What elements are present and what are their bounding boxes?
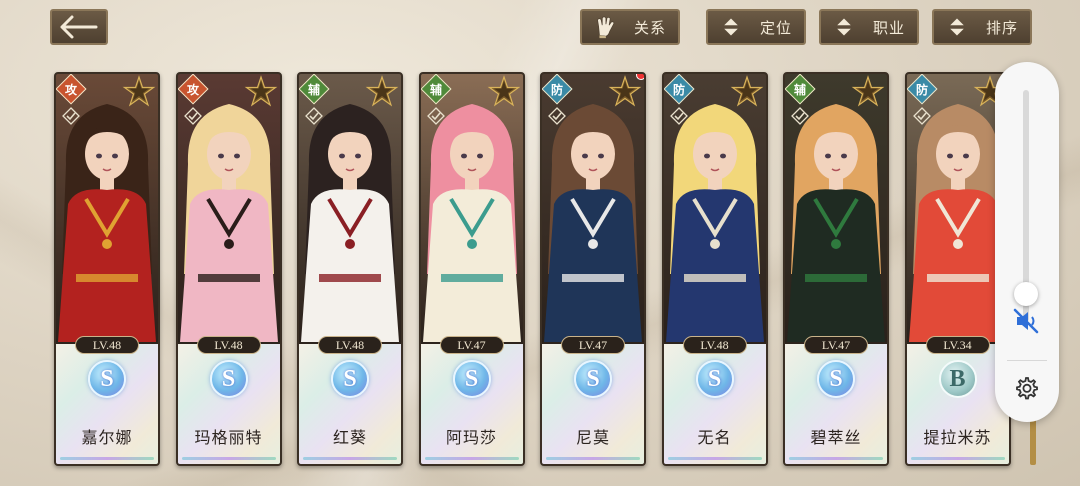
star-icon (608, 75, 642, 107)
role-label: 辅 (429, 82, 442, 97)
back-button[interactable] (50, 9, 108, 45)
sort-arrows-icon (944, 14, 970, 40)
rank-badge: S (817, 360, 855, 398)
card-info: S 尼莫 (542, 344, 644, 464)
star-icon (487, 75, 520, 107)
checkmark-icon (791, 107, 809, 125)
star-icon (244, 75, 277, 107)
relation-label: 关系 (633, 18, 666, 37)
position-filter-button[interactable]: 定位 (706, 9, 806, 45)
card-bottom-bar (303, 457, 397, 460)
rank-badge: B (938, 360, 977, 398)
star-icon (122, 75, 156, 107)
character-name: 提拉米苏 (923, 428, 992, 447)
level-badge: LV.48 (318, 336, 382, 354)
card-bottom-bar (546, 457, 640, 460)
character-card[interactable]: 防 LV.48 S 无名 (661, 72, 768, 466)
rank-badge: S (452, 360, 491, 398)
volume-panel (995, 62, 1059, 422)
role-label: 攻 (64, 82, 77, 97)
rank-badge: S (88, 360, 126, 398)
rank-badge: S (695, 360, 734, 398)
notification-dot (636, 74, 644, 80)
checkmark-icon (912, 107, 931, 125)
level-badge: LV.34 (925, 336, 990, 354)
arrow-left-icon (60, 15, 98, 39)
glove-icon (592, 14, 618, 40)
character-name: 碧萃丝 (810, 428, 862, 447)
character-name: 阿玛莎 (445, 428, 497, 447)
character-card[interactable]: 攻 LV.48 S 玛格丽特 (175, 72, 282, 466)
position-label: 定位 (759, 18, 792, 37)
character-card[interactable]: 辅 LV.47 S 阿玛莎 (418, 72, 525, 466)
rank-badge: S (574, 360, 612, 398)
character-name: 玛格丽特 (194, 428, 263, 447)
checkmark-icon (669, 107, 688, 125)
character-name: 尼莫 (575, 428, 610, 447)
role-label: 辅 (307, 82, 320, 97)
role-label: 辅 (793, 82, 806, 97)
card-bottom-bar (667, 457, 762, 460)
character-card[interactable]: 辅 LV.48 S 红葵 (297, 72, 403, 466)
sort-arrows-icon (831, 14, 857, 40)
level-badge: LV.47 (439, 336, 504, 354)
volume-divider (1007, 360, 1047, 361)
card-info: B 提拉米苏 (906, 344, 1009, 464)
card-info: S 无名 (663, 344, 766, 464)
card-info: S 嘉尔娜 (56, 344, 158, 464)
relation-button[interactable]: 关系 (580, 9, 680, 45)
character-name: 嘉尔娜 (81, 428, 133, 447)
card-info: S 红葵 (299, 344, 401, 464)
class-filter-button[interactable]: 职业 (819, 9, 919, 45)
volume-slider-thumb[interactable] (1014, 282, 1038, 307)
rank-badge: S (209, 360, 248, 398)
card-info: S 碧萃丝 (785, 344, 887, 464)
sort-button[interactable]: 排序 (932, 9, 1032, 45)
role-label: 防 (672, 82, 685, 97)
role-label: 防 (915, 82, 928, 97)
character-card[interactable]: 防 LV.47 S 尼莫 (540, 72, 646, 466)
character-card[interactable]: 辅 LV.47 S 碧萃丝 (783, 72, 889, 466)
speaker-muted-icon[interactable] (1011, 306, 1041, 336)
character-card[interactable]: 攻 LV.48 S 嘉尔娜 (54, 72, 160, 466)
card-bottom-bar (60, 457, 154, 460)
level-badge: LV.48 (75, 336, 139, 354)
gear-icon[interactable] (1012, 375, 1040, 403)
card-bottom-bar (424, 457, 519, 460)
checkmark-icon (62, 107, 80, 125)
star-icon (365, 75, 399, 107)
class-label: 职业 (872, 18, 905, 37)
character-name: 无名 (697, 428, 732, 447)
card-info: S 玛格丽特 (177, 344, 280, 464)
level-badge: LV.48 (682, 336, 747, 354)
level-badge: LV.47 (561, 336, 625, 354)
role-label: 防 (550, 82, 563, 97)
role-label: 攻 (186, 82, 199, 97)
star-icon (730, 75, 763, 107)
character-name: 红葵 (332, 428, 367, 447)
star-icon (851, 75, 885, 107)
checkmark-icon (183, 107, 202, 125)
card-bottom-bar (789, 457, 883, 460)
checkmark-icon (548, 107, 566, 125)
card-info: S 阿玛莎 (420, 344, 523, 464)
card-bottom-bar (910, 457, 1005, 460)
level-badge: LV.47 (804, 336, 868, 354)
rank-badge: S (331, 360, 369, 398)
card-bottom-bar (181, 457, 276, 460)
checkmark-icon (426, 107, 445, 125)
sort-label: 排序 (985, 18, 1018, 37)
sort-arrows-icon (718, 14, 744, 40)
level-badge: LV.48 (196, 336, 261, 354)
checkmark-icon (305, 107, 323, 125)
